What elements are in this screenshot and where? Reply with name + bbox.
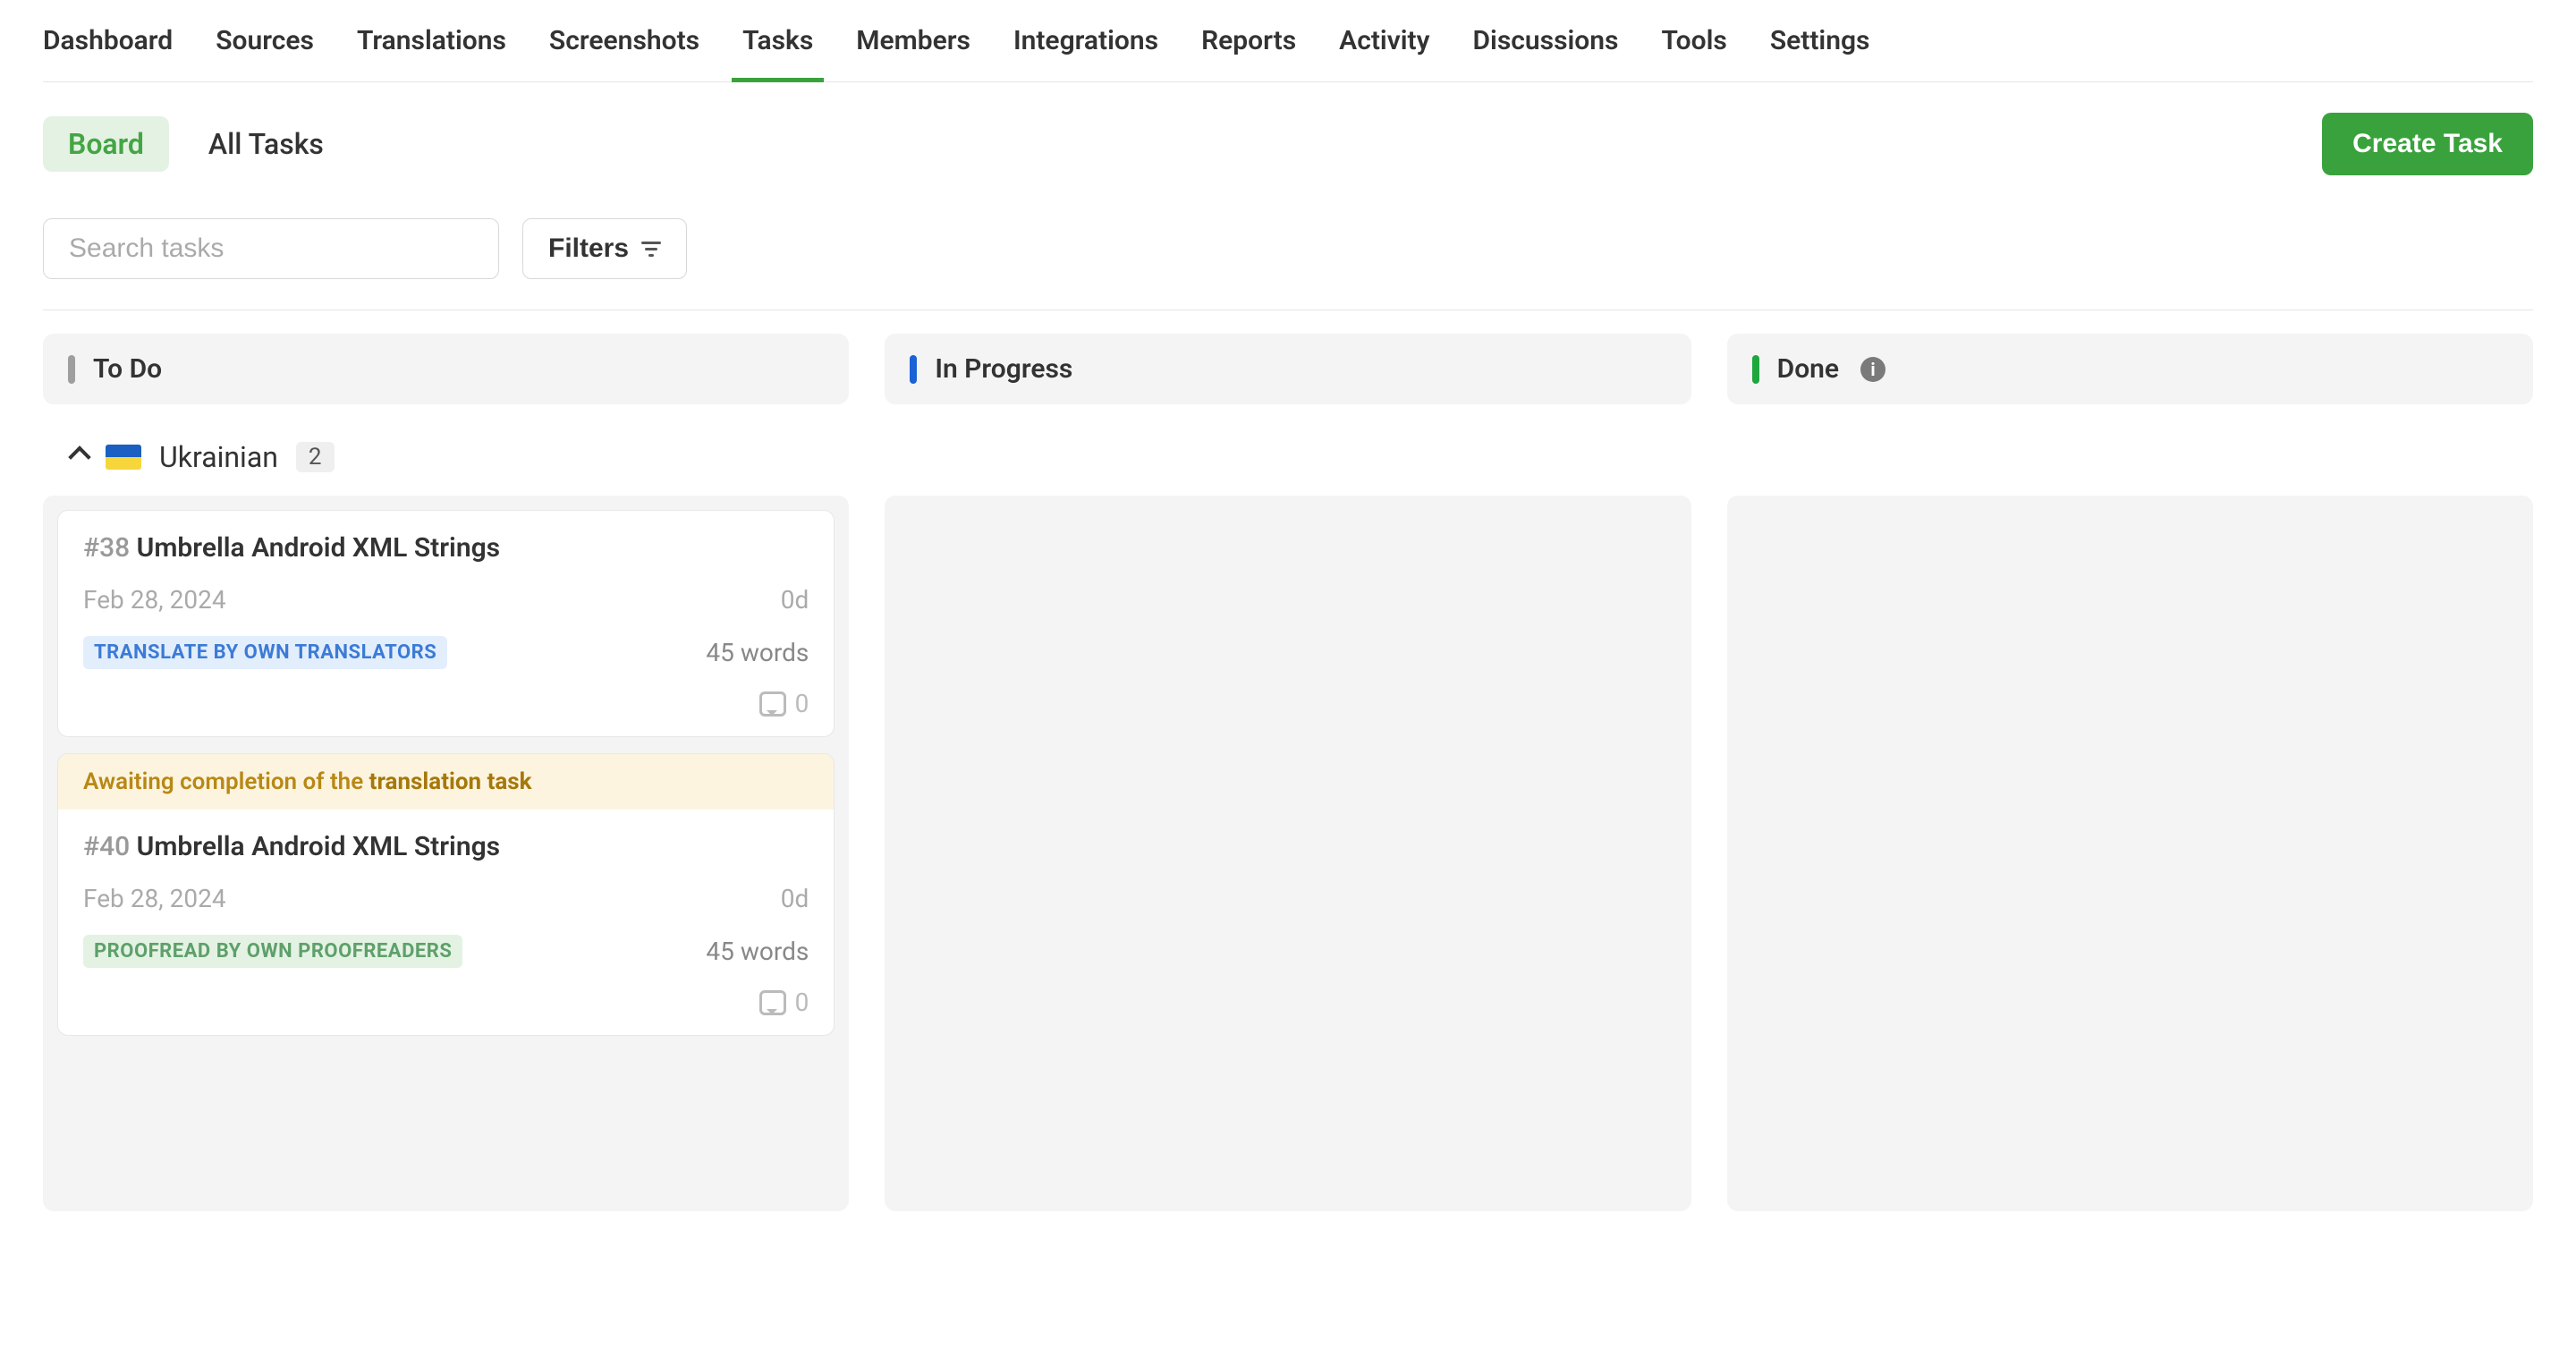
comment-icon[interactable] [759,990,786,1015]
task-footer: 0 [83,689,809,718]
column-pip-done [1752,355,1759,384]
filters-label: Filters [548,233,629,264]
task-date: Feb 28, 2024 [83,585,226,615]
task-days: 0d [781,884,809,913]
task-name: Umbrella Android XML Strings [137,831,500,862]
task-card[interactable]: Awaiting completion of the translation t… [57,753,835,1036]
column-header-in-progress: In Progress [885,334,1690,404]
column-label-done: Done [1777,353,1839,385]
nav-tab-translations[interactable]: Translations [357,25,506,81]
view-all-tasks-button[interactable]: All Tasks [183,116,349,172]
nav-tab-sources[interactable]: Sources [216,25,314,81]
task-days: 0d [781,585,809,615]
comment-count: 0 [795,689,809,718]
nav-tab-settings[interactable]: Settings [1770,25,1870,81]
nav-tab-activity[interactable]: Activity [1339,25,1429,81]
comment-count: 0 [795,988,809,1017]
column-body-todo: #38 Umbrella Android XML Strings Feb 28,… [43,496,849,1211]
info-icon[interactable]: i [1860,357,1885,382]
task-date: Feb 28, 2024 [83,884,226,913]
banner-strong: translation task [369,768,532,795]
nav-tab-discussions[interactable]: Discussions [1473,25,1619,81]
filters-button[interactable]: Filters [522,218,687,279]
view-board-button[interactable]: Board [43,116,169,172]
nav-tab-reports[interactable]: Reports [1201,25,1296,81]
column-header-done: Done i [1727,334,2533,404]
task-card[interactable]: #38 Umbrella Android XML Strings Feb 28,… [57,510,835,737]
task-type-badge: PROOFREAD BY OWN PROOFREADERS [83,935,462,968]
language-count-badge: 2 [296,442,335,472]
banner-text: Awaiting completion of the [83,768,369,795]
filter-icon [641,242,661,257]
columns-header: To Do In Progress Done i [43,310,2533,404]
task-words: 45 words [706,937,809,966]
task-type-badge: TRANSLATE BY OWN TRANSLATORS [83,636,447,669]
nav-tab-tools[interactable]: Tools [1661,25,1726,81]
flag-ukraine-icon [106,445,141,470]
task-id: #40 [83,831,130,862]
chevron-up-icon [68,445,90,468]
columns-body: #38 Umbrella Android XML Strings Feb 28,… [43,496,2533,1211]
task-footer: 0 [83,988,809,1017]
nav-tab-screenshots[interactable]: Screenshots [549,25,699,81]
column-pip-in-progress [910,355,917,384]
nav-tab-dashboard[interactable]: Dashboard [43,25,173,81]
language-group-toggle[interactable]: Ukrainian 2 [43,404,2533,496]
nav-tab-members[interactable]: Members [856,25,970,81]
column-label-todo: To Do [93,353,162,385]
column-label-in-progress: In Progress [935,353,1072,385]
toolbar: Board All Tasks Create Task [43,82,2533,175]
task-title: #38 Umbrella Android XML Strings [83,532,809,564]
column-pip-todo [68,355,75,384]
nav-tab-tasks[interactable]: Tasks [742,25,813,81]
column-header-todo: To Do [43,334,849,404]
view-toggle: Board All Tasks [43,116,349,172]
comment-icon[interactable] [759,691,786,717]
language-name: Ukrainian [159,440,278,474]
column-body-in-progress [885,496,1690,1211]
nav-tab-integrations[interactable]: Integrations [1013,25,1158,81]
task-title: #40 Umbrella Android XML Strings [83,831,809,862]
filter-row: Filters [43,175,2533,310]
search-input[interactable] [43,218,499,279]
task-words: 45 words [706,638,809,667]
nav-tabs: Dashboard Sources Translations Screensho… [43,0,2533,82]
column-body-done [1727,496,2533,1211]
task-name: Umbrella Android XML Strings [137,532,500,564]
task-banner: Awaiting completion of the translation t… [58,754,834,810]
create-task-button[interactable]: Create Task [2322,113,2533,175]
task-id: #38 [83,532,130,564]
